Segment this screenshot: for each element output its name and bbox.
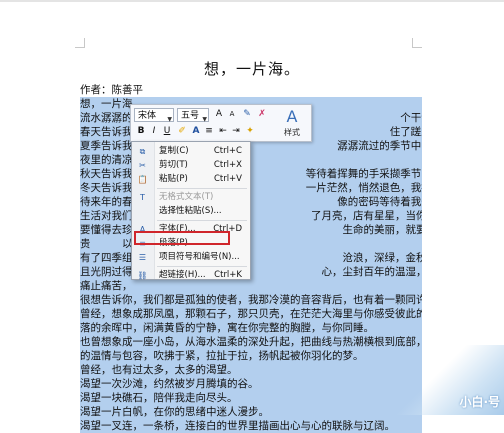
menu-item-label: 剪切(T) <box>159 160 188 170</box>
document-title[interactable]: 想，一片海。 <box>0 58 504 79</box>
font-name-select[interactable]: 宋体 ▼ <box>134 108 174 123</box>
font-color-icon[interactable]: A <box>190 125 202 138</box>
document-line[interactable]: 也曾想象成一座小岛，从海水温柔的深处升起，把曲线与热潮横根到底部，日夜感受着海水 <box>80 335 422 349</box>
document-line[interactable]: 作者：陈善平 <box>80 83 160 97</box>
bullets-icon: ☰ <box>138 253 147 262</box>
watermark-text: 小白·号 <box>459 395 500 409</box>
context-menu: ⧉ 复制(C) Ctrl+C ✂ 剪切(T) Ctrl+X 📋 粘贴(P) Ctrl+V T 无格式… <box>131 141 251 280</box>
document-line[interactable]: 很想告诉你，我们都是孤独的使者，我那冷漠的音容背后，也有着一颗同许一样伏热的心。 <box>80 293 422 307</box>
cut-icon: ✂ <box>139 161 146 170</box>
menu-item-shortcut: Ctrl+X <box>213 160 242 170</box>
decrease-indent-icon[interactable]: ⇤ <box>217 125 229 138</box>
document-line[interactable]: 曾经，也有过太多，太多的渴望。 <box>80 363 422 377</box>
menu-item-shortcut: Ctrl+K <box>214 270 242 280</box>
menu-item-paste-special[interactable]: 选择性粘贴(S)... <box>132 205 250 218</box>
align-center-icon[interactable]: ≡ <box>203 125 215 138</box>
hyperlink-icon: ⛓ <box>137 271 148 280</box>
format-painter-icon[interactable]: ✎ <box>241 108 253 121</box>
menu-item-label: 项目符号和编号(N)... <box>159 252 240 262</box>
copy-icon: ⧉ <box>139 147 146 156</box>
document-line[interactable]: 曾经，想象成那凤凰，那颗石子，那只贝壳，在茫茫大海里与你感受彼此的呼吸，在夕阳下 <box>80 307 422 321</box>
styles-icon: A <box>286 107 298 126</box>
document-line[interactable]: 渴望一片白帆，在你的思绪中迷人漫步。 <box>80 405 422 419</box>
window-edge <box>0 0 504 2</box>
menu-separator <box>157 266 247 267</box>
menu-item-paste[interactable]: 📋 粘贴(P) Ctrl+V <box>132 173 250 186</box>
menu-item-copy[interactable]: ⧉ 复制(C) Ctrl+C <box>132 145 250 158</box>
grow-font-button[interactable]: A <box>213 108 225 121</box>
menu-item-shortcut: Ctrl+V <box>213 174 242 184</box>
highlight-icon[interactable]: ✐ <box>176 125 188 138</box>
menu-item-label: 复制(C) <box>159 146 189 156</box>
document-line[interactable]: 渴望一次沙滩，约然被岁月腾填的谷。 <box>80 377 422 391</box>
brush-icon[interactable]: ✦ <box>244 125 256 138</box>
italic-button[interactable]: I <box>148 125 160 138</box>
increase-indent-icon[interactable]: ⇥ <box>230 125 242 138</box>
font-size-value: 五号 <box>181 111 200 121</box>
menu-item-label: 无格式文本(T) <box>159 192 214 202</box>
menu-item-label: 粘贴(P) <box>159 174 188 184</box>
font-name-value: 宋体 <box>138 111 157 121</box>
paste-special-icon <box>137 206 148 217</box>
menu-separator <box>157 188 247 189</box>
mini-format-toolbar: 宋体 ▼ 五号 ▼ A A ✎ ✗ B I U ✐ A ≡ ⇤ ⇥ ✦ A 样式 <box>130 104 312 142</box>
bold-button[interactable]: B <box>135 125 147 138</box>
document-line[interactable]: 渴望一叉连，一条桥，连接白的世界里描画出心与心的联脉与辽阔。 <box>80 419 422 433</box>
menu-item-label: 超链接(H)... <box>159 270 206 280</box>
document-line[interactable]: 的温情与包容，吹拂于紧，拉扯于拉，扬帆起被你羽化的梦。 <box>80 349 422 363</box>
document-page: 想，一片海。 作者：陈善平想，一片海。流水潺潺的季节， 个干涸的冬季。春天告诉我… <box>0 0 504 433</box>
document-line[interactable]: 落的余晖中，闲满黄昏的宁静，寓在你完整的胸膛，与你同睡。 <box>80 321 422 335</box>
underline-button[interactable]: U <box>161 125 173 138</box>
menu-item-plain-text: T 无格式文本(T) <box>132 191 250 204</box>
crop-mark-left <box>75 38 85 48</box>
menu-item-bullets[interactable]: ☰ 项目符号和编号(N)... <box>132 251 250 264</box>
clear-format-icon[interactable]: ✗ <box>256 108 268 121</box>
menu-separator <box>157 220 247 221</box>
crop-mark-right <box>412 38 422 48</box>
menu-item-label: 选择性粘贴(S)... <box>159 206 222 216</box>
menu-item-hyperlink[interactable]: ⛓ 超链接(H)... Ctrl+K <box>132 269 250 282</box>
menu-item-cut[interactable]: ✂ 剪切(T) Ctrl+X <box>132 159 250 172</box>
menu-item-shortcut: Ctrl+C <box>213 146 242 156</box>
font-size-select[interactable]: 五号 ▼ <box>177 108 209 123</box>
paste-icon: 📋 <box>137 175 148 184</box>
styles-label: 样式 <box>284 128 300 137</box>
styles-button[interactable]: A 样式 <box>276 107 308 139</box>
document-line[interactable]: 渴望一块礁石，陪伴我走向尽头。 <box>80 391 422 405</box>
shrink-font-button[interactable]: A <box>226 108 238 121</box>
highlight-box-paragraph <box>134 231 230 245</box>
plain-text-icon: T <box>140 193 145 202</box>
